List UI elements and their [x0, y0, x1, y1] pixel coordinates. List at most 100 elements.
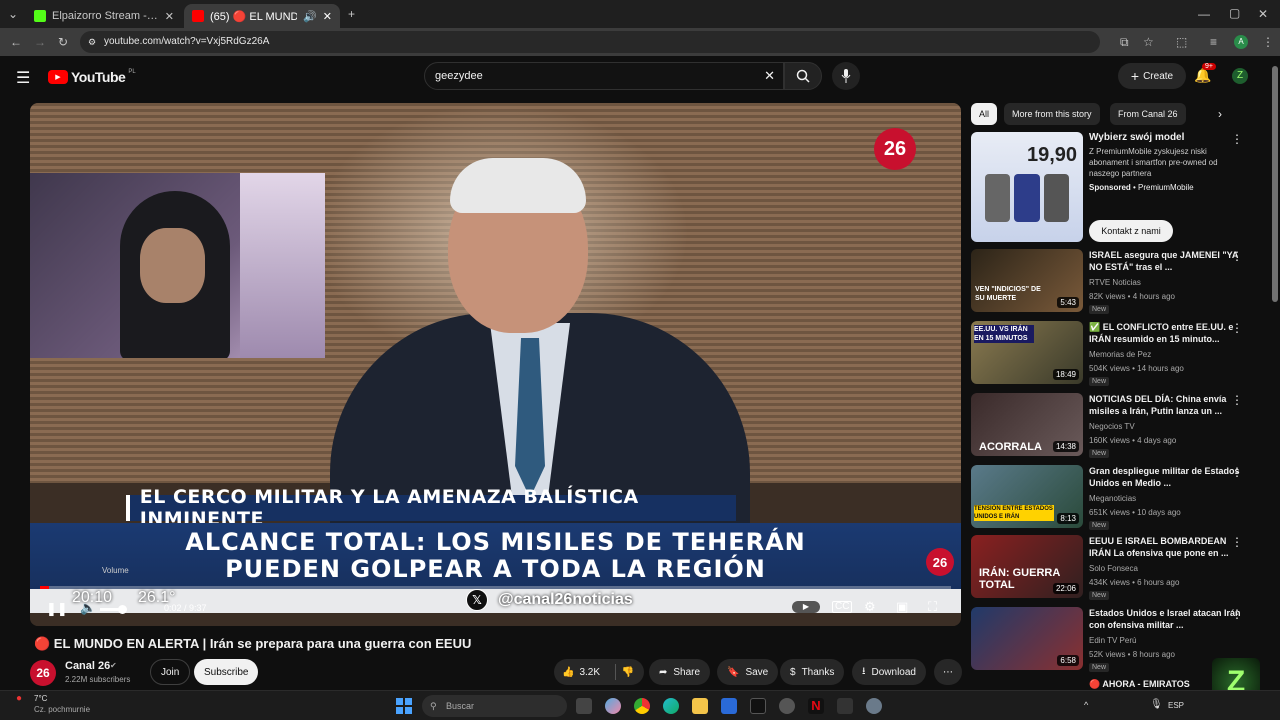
copilot-icon[interactable]: [605, 698, 621, 714]
volume-slider[interactable]: [100, 605, 127, 614]
url-field[interactable]: ⚙ youtube.com/watch?v=Vxj5RdGz26A: [80, 31, 1100, 53]
subscribe-button[interactable]: Subscribe: [194, 659, 259, 685]
edge-icon[interactable]: [663, 698, 679, 714]
new-badge: New: [1089, 663, 1110, 672]
search-button[interactable]: [784, 62, 822, 90]
thanks-button[interactable]: $ Thanks: [780, 659, 845, 685]
taskbar-search-input[interactable]: ⚲ Buscar: [422, 695, 567, 717]
join-button[interactable]: Join: [150, 659, 191, 685]
more-options-icon[interactable]: ⋮: [1231, 132, 1243, 146]
voice-search-button[interactable]: [832, 62, 860, 90]
minimize-icon[interactable]: —: [1198, 8, 1210, 20]
recommended-video[interactable]: IRÁN: GUERRA TOTAL 22:06 EEUU E ISRAEL B…: [971, 535, 1271, 601]
more-options-icon[interactable]: ⋮: [1231, 465, 1243, 479]
video-thumbnail: ACORRALA 14:38: [971, 393, 1083, 456]
window-close-icon[interactable]: ✕: [1258, 8, 1268, 20]
miniplayer-icon[interactable]: ▣: [896, 600, 908, 613]
save-button[interactable]: 🔖 Save: [717, 659, 779, 685]
video-player[interactable]: 26 EL CERCO MILITAR Y LA AMENAZA BALÍSTI…: [30, 103, 961, 626]
browser-menu-icon[interactable]: ⋮: [1262, 36, 1274, 48]
profile-avatar[interactable]: A: [1234, 35, 1248, 49]
sponsored-ad[interactable]: 19,90 Wybierz swój model Z PremiumMobile…: [971, 132, 1271, 244]
chip-from-canal26[interactable]: From Canal 26: [1110, 103, 1186, 125]
install-app-icon[interactable]: ⧉: [1120, 36, 1129, 48]
app-icon[interactable]: [779, 698, 795, 714]
clear-search-icon[interactable]: ✕: [764, 63, 775, 89]
hamburger-menu-icon[interactable]: ☰: [16, 68, 30, 88]
pause-icon[interactable]: ❚❚: [46, 602, 68, 615]
store-icon[interactable]: [721, 698, 737, 714]
ad-price: 19,90: [1027, 144, 1078, 166]
notifications-button[interactable]: 🔔 9+: [1194, 63, 1216, 85]
tab-youtube[interactable]: (65) 🔴 EL MUNDO EN ALE 🔊 ✕: [184, 4, 340, 28]
reload-icon[interactable]: ↻: [58, 36, 68, 48]
tray-chevron-icon[interactable]: ^: [1084, 700, 1088, 710]
reading-list-icon[interactable]: ≡: [1210, 36, 1217, 48]
more-options-icon[interactable]: ⋮: [1231, 607, 1243, 621]
back-icon[interactable]: ←: [10, 36, 22, 48]
more-options-icon[interactable]: ⋮: [1231, 393, 1243, 407]
windows-taskbar: ● 7°C Cz. pochmurnie ⚲ Buscar N ^ 🎙 ESP: [0, 690, 1280, 720]
tab-search-icon[interactable]: ⌄: [8, 8, 18, 20]
page-scrollbar[interactable]: [1272, 66, 1278, 302]
close-tab-icon[interactable]: ✕: [165, 10, 174, 23]
weather-icon[interactable]: ●: [16, 693, 22, 704]
tiktok-icon[interactable]: [750, 698, 766, 714]
volume-icon[interactable]: 🔈: [80, 601, 96, 614]
divider: [614, 664, 616, 680]
new-tab-icon[interactable]: +: [348, 8, 355, 20]
more-options-icon[interactable]: ⋮: [1231, 321, 1243, 335]
channel-avatar[interactable]: 26: [30, 660, 56, 686]
file-explorer-icon[interactable]: [692, 698, 708, 714]
more-options-icon[interactable]: ⋮: [1231, 249, 1243, 263]
share-button[interactable]: ➦ Share: [649, 659, 711, 685]
network-icon[interactable]: 🎙: [1150, 699, 1163, 710]
thumbs-down-icon[interactable]: 👎: [622, 667, 644, 678]
autoplay-toggle[interactable]: ▶: [792, 601, 820, 613]
extensions-icon[interactable]: ⬚: [1176, 36, 1187, 48]
download-button[interactable]: ⭳ Download: [852, 659, 926, 685]
thanks-label: Thanks: [801, 666, 835, 678]
recommended-video[interactable]: VEN "INDICIOS" DE SU MUERTE 5:43 ISRAEL …: [971, 249, 1271, 315]
captions-icon[interactable]: CC: [832, 601, 853, 613]
chrome-icon[interactable]: [634, 698, 650, 714]
progress-fill: [40, 586, 50, 589]
windows-start-icon[interactable]: [396, 698, 412, 714]
chip-all[interactable]: All: [971, 103, 998, 125]
youtube-logo[interactable]: ▶ YouTube PL: [48, 69, 136, 85]
more-options-icon[interactable]: ⋮: [1231, 535, 1243, 549]
search-input[interactable]: geezydee ✕: [424, 62, 784, 90]
tab-elpaizorro[interactable]: Elpaizorro Stream - Watch Live ✕: [26, 4, 182, 28]
speaker-icon[interactable]: 🔊: [303, 10, 317, 23]
create-button[interactable]: + Create: [1118, 63, 1186, 89]
recommended-video[interactable]: TENSIÓN ENTRE ESTADOS UNIDOS E IRÁN 8:13…: [971, 465, 1271, 531]
close-tab-icon[interactable]: ✕: [323, 10, 332, 23]
recommended-video[interactable]: EE.UU. VS IRÁN EN 15 MINUTOS 18:49 ✅ EL …: [971, 321, 1271, 387]
ad-cta-button[interactable]: Kontakt z nami: [1089, 220, 1173, 242]
video-thumbnail: EE.UU. VS IRÁN EN 15 MINUTOS 18:49: [971, 321, 1083, 384]
language-indicator[interactable]: ESP: [1168, 701, 1184, 710]
like-button[interactable]: 👍 3.2K: [554, 667, 600, 678]
forward-icon[interactable]: →: [34, 36, 46, 48]
thumbnail-caption: ACORRALA: [979, 441, 1042, 453]
video-duration: 14:38: [1052, 441, 1079, 452]
maximize-icon[interactable]: ▢: [1229, 7, 1240, 19]
tab-label: Elpaizorro Stream - Watch Live: [52, 10, 159, 22]
netflix-icon[interactable]: N: [808, 698, 824, 714]
chips-next-icon[interactable]: ›: [1218, 107, 1222, 121]
task-view-icon[interactable]: [576, 698, 592, 714]
recommended-video[interactable]: ACORRALA 14:38 NOTICIAS DEL DÍA: China e…: [971, 393, 1271, 459]
more-actions-button[interactable]: ⋯: [934, 659, 962, 685]
chip-more-from-story[interactable]: More from this story: [1004, 103, 1100, 125]
video-meta: 82K views • 4 hours ago: [1089, 292, 1175, 301]
fullscreen-icon[interactable]: ⛶: [928, 600, 937, 613]
volume-knob[interactable]: [118, 605, 127, 614]
settings-icon[interactable]: [866, 698, 882, 714]
site-info-icon[interactable]: ⚙: [88, 31, 96, 53]
volume-tooltip: Volume: [102, 566, 129, 575]
app-icon[interactable]: [837, 698, 853, 714]
account-avatar[interactable]: Z: [1232, 68, 1248, 84]
bookmark-star-icon[interactable]: ☆: [1143, 36, 1154, 48]
settings-gear-icon[interactable]: ⚙: [864, 600, 876, 613]
channel-name[interactable]: Canal 26: [65, 660, 110, 672]
